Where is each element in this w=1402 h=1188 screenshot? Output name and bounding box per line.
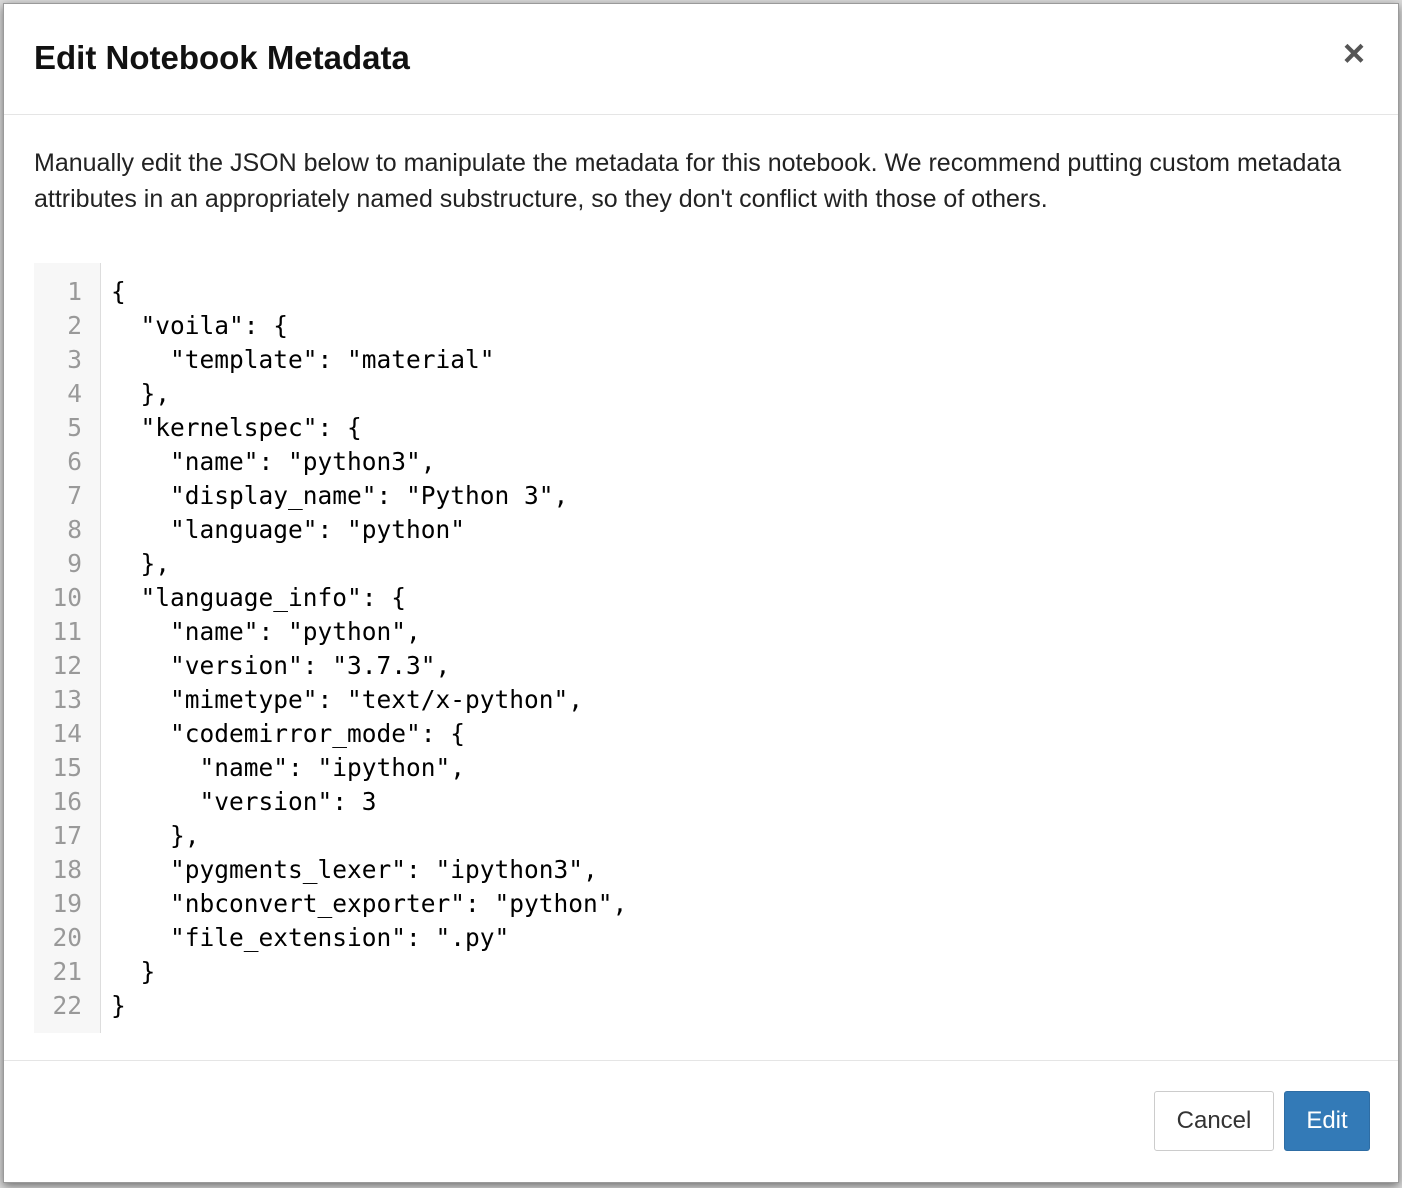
code-line[interactable]: "voila": { [111, 309, 627, 343]
code-line[interactable]: "name": "python3", [111, 445, 627, 479]
line-number: 19 [52, 889, 82, 918]
line-number: 20 [52, 923, 82, 952]
cancel-button[interactable]: Cancel [1154, 1091, 1274, 1151]
json-editor[interactable]: 1 2 3 4 5 6 7 8 9 10 11 12 13 14 15 16 17 18 19 20 21 22 { "v… [34, 263, 1364, 1033]
line-number: 6 [67, 447, 82, 476]
close-button[interactable]: × [1334, 34, 1374, 74]
line-number: 12 [52, 651, 82, 680]
edit-metadata-dialog: Edit Notebook Metadata × Manually edit t… [3, 3, 1399, 1183]
code-line[interactable]: }, [111, 819, 627, 853]
line-number: 22 [52, 991, 82, 1020]
dialog-description: Manually edit the JSON below to manipula… [34, 149, 1342, 213]
code-line[interactable]: "nbconvert_exporter": "python", [111, 887, 627, 921]
line-numbers: 1 2 3 4 5 6 7 8 9 10 11 12 13 14 15 16 17 18 19 20 21 22 [34, 275, 82, 1023]
line-number: 4 [67, 379, 82, 408]
code-line[interactable]: }, [111, 547, 627, 581]
code-line[interactable]: "pygments_lexer": "ipython3", [111, 853, 627, 887]
line-number: 11 [52, 617, 82, 646]
line-number: 10 [52, 583, 82, 612]
dialog-footer: Cancel Edit [4, 1060, 1398, 1182]
dialog-title: Edit Notebook Metadata [34, 39, 410, 76]
line-number: 13 [52, 685, 82, 714]
line-number: 2 [67, 311, 82, 340]
code-line[interactable]: "language": "python" [111, 513, 627, 547]
close-icon: × [1342, 33, 1366, 75]
code-line[interactable]: } [111, 955, 627, 989]
line-number: 8 [67, 515, 82, 544]
line-number: 5 [67, 413, 82, 442]
code-line[interactable]: }, [111, 377, 627, 411]
line-number: 1 [67, 277, 82, 306]
code-line[interactable]: "mimetype": "text/x-python", [111, 683, 627, 717]
edit-button[interactable]: Edit [1284, 1091, 1370, 1151]
code-line[interactable]: "codemirror_mode": { [111, 717, 627, 751]
line-number: 3 [67, 345, 82, 374]
line-number: 17 [52, 821, 82, 850]
code-line[interactable]: "version": "3.7.3", [111, 649, 627, 683]
code-line[interactable]: "name": "python", [111, 615, 627, 649]
code-line[interactable]: "display_name": "Python 3", [111, 479, 627, 513]
dialog-body: Manually edit the JSON below to manipula… [4, 115, 1398, 1062]
code-line[interactable]: { [111, 275, 627, 309]
line-number: 9 [67, 549, 82, 578]
code-line[interactable]: "file_extension": ".py" [111, 921, 627, 955]
code-line[interactable]: "kernelspec": { [111, 411, 627, 445]
code-line[interactable]: "name": "ipython", [111, 751, 627, 785]
line-number: 21 [52, 957, 82, 986]
code-line[interactable]: "version": 3 [111, 785, 627, 819]
dialog-header: Edit Notebook Metadata × [4, 4, 1398, 115]
code-line[interactable]: "template": "material" [111, 343, 627, 377]
line-number: 7 [67, 481, 82, 510]
editor-gutter: 1 2 3 4 5 6 7 8 9 10 11 12 13 14 15 16 17 18 19 20 21 22 [34, 263, 101, 1033]
code-content[interactable]: { "voila": { "template": "material" }, "… [111, 275, 627, 1023]
code-line[interactable]: "language_info": { [111, 581, 627, 615]
line-number: 14 [52, 719, 82, 748]
line-number: 18 [52, 855, 82, 884]
line-number: 15 [52, 753, 82, 782]
line-number: 16 [52, 787, 82, 816]
code-line[interactable]: } [111, 989, 627, 1023]
